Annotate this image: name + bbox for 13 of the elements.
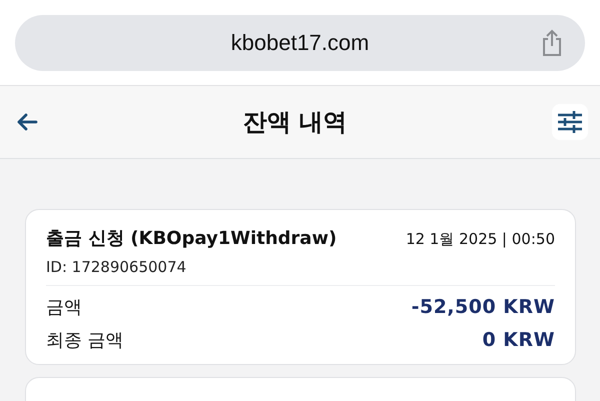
transaction-date: 12 1월 2025 | 00:50 bbox=[406, 230, 555, 249]
transaction-id: ID: 172890650074 bbox=[46, 258, 555, 286]
url-text: kbobet17.com bbox=[230, 30, 370, 56]
address-bar[interactable]: kbobet17.com bbox=[15, 15, 585, 71]
share-icon[interactable] bbox=[541, 29, 563, 57]
amount-value: 0 KRW bbox=[482, 329, 555, 351]
filter-button[interactable] bbox=[552, 104, 588, 140]
transaction-title: 출금 신청 (KBOpay1Withdraw) bbox=[46, 227, 337, 250]
amount-label: 금액 bbox=[46, 296, 82, 319]
page-title: 잔액 내역 bbox=[242, 107, 348, 138]
amount-label: 최종 금액 bbox=[46, 329, 124, 352]
amount-value: -52,500 KRW bbox=[411, 296, 555, 318]
back-arrow-icon[interactable] bbox=[16, 113, 38, 131]
